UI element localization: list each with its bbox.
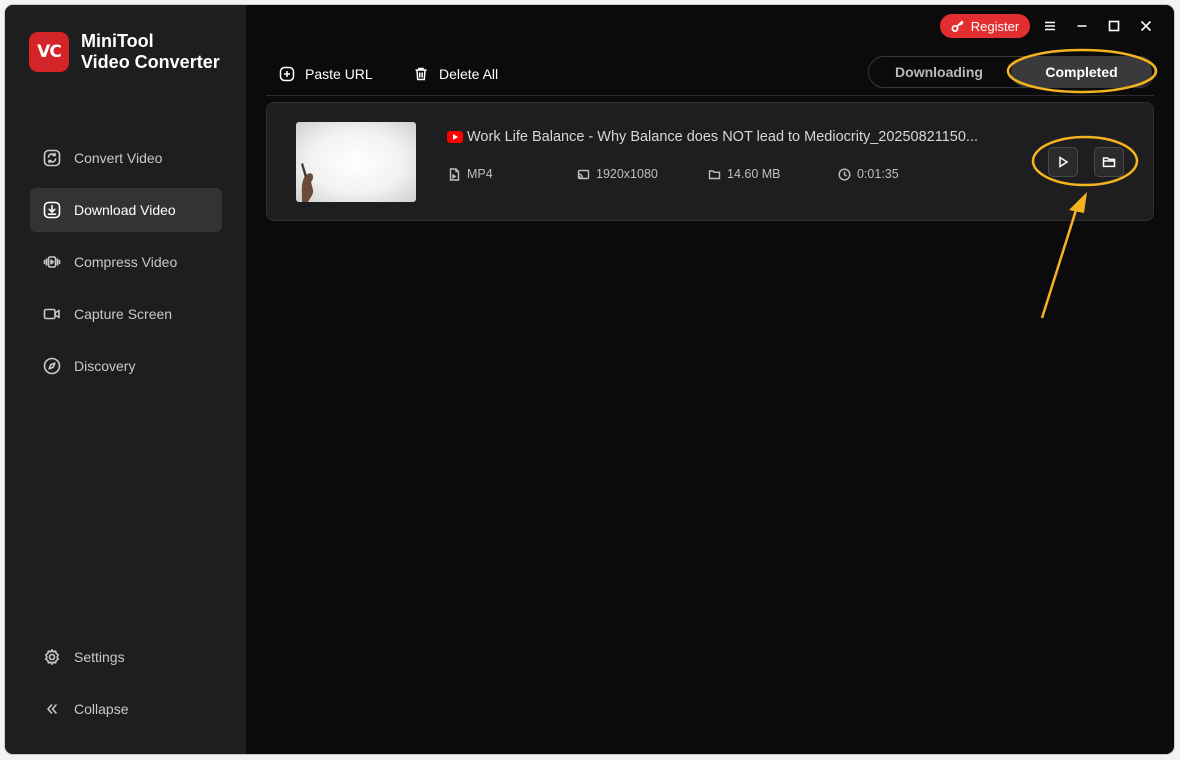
video-size-value: 14.60 MB [727, 167, 781, 181]
gear-icon [43, 648, 61, 666]
file-icon [449, 167, 460, 181]
sidebar-item-label: Discovery [74, 358, 136, 374]
sidebar-item-label: Download Video [74, 202, 176, 218]
app-name-line1: MiniTool [81, 31, 154, 51]
app-logo: VC [29, 32, 69, 72]
folder-icon [708, 169, 721, 179]
video-duration: 0:01:35 [838, 167, 899, 181]
sidebar-item-download-video[interactable]: Download Video [30, 188, 222, 232]
double-chevron-left-icon [43, 700, 61, 718]
video-format-value: MP4 [467, 167, 493, 181]
clock-icon [838, 167, 851, 181]
sidebar-item-capture-screen[interactable]: Capture Screen [30, 292, 222, 336]
video-title-row: Work Life Balance - Why Balance does NOT… [447, 129, 1002, 145]
close-button[interactable] [1135, 15, 1157, 37]
sidebar-item-collapse[interactable]: Collapse [30, 687, 222, 731]
register-label: Register [970, 18, 1020, 34]
video-title: Work Life Balance - Why Balance does NOT… [467, 129, 979, 145]
sidebar-item-label: Convert Video [74, 150, 163, 166]
app-window: VC MiniTool Video Converter Convert Vide… [5, 5, 1174, 754]
folder-icon [1102, 157, 1116, 168]
hamburger-icon [1045, 21, 1055, 31]
delete-all-label: Delete All [439, 66, 499, 82]
menu-button[interactable] [1039, 15, 1061, 37]
video-resolution: 1920x1080 [577, 167, 658, 181]
video-format: MP4 [448, 167, 493, 181]
sidebar-item-convert-video[interactable]: Convert Video [30, 136, 222, 180]
paste-url-label: Paste URL [305, 66, 373, 82]
sidebar-item-settings[interactable]: Settings [30, 635, 222, 679]
video-thumbnail[interactable] [296, 122, 416, 202]
play-button[interactable] [1048, 147, 1078, 177]
video-resolution-value: 1920x1080 [596, 167, 658, 181]
close-icon [1140, 20, 1152, 32]
minimize-icon [1077, 25, 1087, 27]
tab-completed[interactable]: Completed [1011, 57, 1152, 87]
video-size: 14.60 MB [708, 167, 781, 181]
youtube-icon [447, 131, 463, 143]
camera-icon [43, 305, 61, 323]
sidebar-item-label: Collapse [74, 701, 129, 717]
sidebar-item-label: Settings [74, 649, 125, 665]
app-name-line2: Video Converter [81, 52, 220, 72]
register-button[interactable]: Register [940, 14, 1030, 38]
paste-url-button[interactable]: Paste URL [279, 63, 373, 85]
resolution-icon [577, 169, 590, 179]
sidebar: VC MiniTool Video Converter Convert Vide… [5, 5, 246, 754]
minimize-button[interactable] [1071, 15, 1093, 37]
sidebar-item-label: Compress Video [74, 254, 178, 270]
open-folder-button[interactable] [1094, 147, 1124, 177]
sidebar-item-compress-video[interactable]: Compress Video [30, 240, 222, 284]
sidebar-item-discovery[interactable]: Discovery [30, 344, 222, 388]
sidebar-item-label: Capture Screen [74, 306, 173, 322]
toolbar-divider [266, 95, 1154, 96]
compress-icon [43, 253, 61, 271]
tab-downloading[interactable]: Downloading [870, 57, 1008, 87]
maximize-icon [1108, 20, 1120, 32]
app-name: MiniTool Video Converter [81, 31, 220, 73]
key-icon [951, 20, 964, 32]
trash-icon [415, 67, 427, 81]
video-duration-value: 0:01:35 [857, 167, 899, 181]
maximize-button[interactable] [1103, 15, 1125, 37]
drawing-hand-image [301, 163, 314, 202]
download-item-card: Work Life Balance - Why Balance does NOT… [266, 102, 1154, 221]
brand: VC MiniTool Video Converter [29, 31, 220, 73]
plus-circle-icon [279, 66, 295, 82]
delete-all-button[interactable]: Delete All [413, 63, 498, 85]
download-icon [43, 201, 61, 219]
compass-icon [43, 357, 61, 375]
convert-icon [43, 149, 61, 167]
download-status-tabs: Downloading Completed [868, 56, 1155, 88]
play-icon [1059, 156, 1069, 168]
